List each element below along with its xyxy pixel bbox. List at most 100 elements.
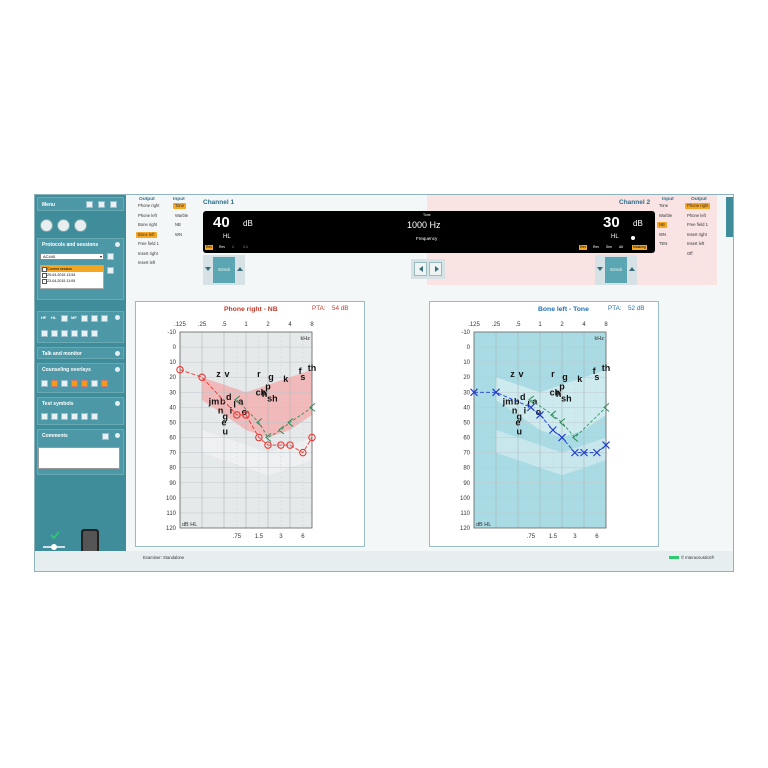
level-up-icon[interactable] — [237, 267, 243, 271]
ch2-tag[interactable]: Masking — [632, 245, 647, 250]
ch1-tag[interactable]: Rev — [205, 245, 214, 250]
frequency-nav — [411, 259, 445, 279]
right-audiogram-chart[interactable]: .125 .25 .5 1 2 4 8 kHz .75 1.5 3 6 -10 0 10 20 30 40 50 60… — [430, 302, 660, 548]
left-audiogram-chart[interactable]: .125 .25 .5 1 2 4 8 kHz .75 1.5 3 6 -10 0 10 20 30 40 50 60… — [136, 302, 366, 548]
ch2-output-option[interactable]: Insert right — [685, 232, 709, 238]
ch2-stimuli-button[interactable]: Stimuli — [605, 257, 627, 283]
ch2-output-option[interactable]: Insert left — [685, 241, 706, 247]
session-settings-icon[interactable] — [107, 267, 114, 274]
ch2-input-option[interactable]: WN — [657, 232, 668, 238]
ch2-output-option[interactable]: Off — [685, 251, 695, 257]
ch1-input-option[interactable]: WN — [173, 232, 184, 238]
tool-icon[interactable] — [61, 330, 68, 337]
hl-icon[interactable]: HL — [51, 315, 56, 320]
speech-test-icon[interactable] — [57, 219, 70, 232]
ch1-input-option[interactable]: Tone — [173, 203, 187, 209]
mf-icon[interactable]: MF — [71, 315, 77, 320]
overlay-icon[interactable] — [91, 380, 98, 387]
frequency-down-button[interactable] — [414, 262, 427, 276]
tool-icon[interactable] — [71, 330, 78, 337]
collapse-icon[interactable] — [115, 433, 120, 438]
tool-icon[interactable] — [61, 315, 68, 322]
overlay-icon[interactable] — [81, 380, 88, 387]
symbol-icon[interactable] — [91, 413, 98, 420]
ch1-stimuli-button[interactable]: Stimuli — [213, 257, 235, 283]
hf-icon[interactable]: HF — [41, 315, 46, 320]
ch1-tag[interactable]: ⎍ — [231, 245, 235, 250]
y-tick-label: 30 — [169, 390, 176, 396]
counseling-title: Counseling overlays — [42, 367, 91, 373]
ch2-output-option[interactable]: Free field 1 — [685, 222, 710, 228]
ch1-output-option[interactable]: Phone left — [136, 213, 159, 219]
ch2-output-option[interactable]: Phone left — [685, 213, 708, 219]
ch2-input-option[interactable]: NB — [657, 222, 667, 228]
symbol-icon[interactable] — [61, 413, 68, 420]
overlay-icon[interactable] — [51, 380, 58, 387]
frequency-up-button[interactable] — [429, 262, 442, 276]
side-tabs[interactable] — [726, 197, 733, 237]
overlay-icon[interactable] — [71, 380, 78, 387]
collapse-icon[interactable] — [115, 401, 120, 406]
print-icon[interactable] — [86, 201, 93, 208]
ch1-output-option[interactable]: Phone right — [136, 203, 161, 209]
speech-letter: s — [300, 372, 305, 382]
ch1-unit: dB — [243, 219, 253, 228]
multi-test-icon[interactable] — [74, 219, 87, 232]
ch2-tag[interactable]: Sim — [605, 245, 613, 250]
overlay-icon[interactable] — [101, 380, 108, 387]
ch2-input-option[interactable]: Warble — [657, 213, 674, 219]
collapse-icon[interactable] — [115, 351, 120, 356]
symbol-icon[interactable] — [41, 413, 48, 420]
tool-icon[interactable] — [101, 315, 108, 322]
level-down-icon[interactable] — [205, 267, 211, 271]
ch1-output-option[interactable]: Bone right — [136, 222, 159, 228]
ch1-input-option[interactable]: NB — [173, 222, 183, 228]
talk-monitor-section[interactable]: Talk and monitor — [37, 347, 124, 359]
tool-icon[interactable] — [51, 330, 58, 337]
collapse-icon[interactable] — [115, 315, 120, 320]
ch1-output-option[interactable]: Insert right — [136, 251, 160, 257]
tool-icon[interactable] — [81, 315, 88, 322]
status-bar: Examiner: Standalone © Interacoustics® — [35, 551, 733, 571]
ch1-output-option[interactable]: Bone left — [136, 231, 157, 238]
ch1-tag[interactable]: ⎍⎍ — [242, 245, 249, 250]
tool-icon[interactable] — [91, 315, 98, 322]
tool-icon[interactable] — [81, 330, 88, 337]
ch1-output-header: Output — [139, 197, 155, 202]
frequency-value: 1000 Hz — [407, 220, 441, 230]
ch1-input-option[interactable]: Warble — [173, 213, 190, 219]
ch2-output-option[interactable]: Phone right — [685, 203, 711, 209]
overlay-icon[interactable] — [61, 380, 68, 387]
protocol-select[interactable]: AC440 ▾ — [40, 253, 104, 260]
tool-icon[interactable] — [91, 330, 98, 337]
level-up-icon[interactable] — [629, 267, 635, 271]
ch2-level: 30 — [603, 214, 620, 231]
collapse-icon[interactable] — [115, 242, 120, 247]
collapse-icon[interactable] — [115, 367, 120, 372]
ch2-input-option[interactable]: Tone — [657, 203, 670, 209]
ch1-tag[interactable]: Rev — [218, 245, 226, 250]
symbol-icon[interactable] — [51, 413, 58, 420]
ch2-tag[interactable]: Rev — [592, 245, 600, 250]
session-item[interactable]: 23-04-2015 11:05 — [41, 278, 103, 284]
exit-icon[interactable] — [110, 201, 117, 208]
comments-field[interactable] — [38, 447, 120, 469]
speech-letter: z — [216, 369, 221, 379]
y-tick-label: 20 — [169, 375, 176, 381]
overlay-icon[interactable] — [41, 380, 48, 387]
level-down-icon[interactable] — [597, 267, 603, 271]
protocol-settings-icon[interactable] — [107, 253, 114, 260]
tone-test-icon[interactable] — [40, 219, 53, 232]
speech-letter: r — [551, 369, 555, 379]
ch2-input-option[interactable]: TEN — [657, 241, 669, 247]
symbol-icon[interactable] — [71, 413, 78, 420]
edit-comment-icon[interactable] — [102, 433, 109, 440]
symbol-icon[interactable] — [81, 413, 88, 420]
ch1-output-option[interactable]: Free field 1 — [136, 241, 161, 247]
ch1-output-option[interactable]: Insert left — [136, 260, 157, 266]
tool-icon[interactable] — [41, 330, 48, 337]
ch2-tag[interactable]: Rev — [579, 245, 588, 250]
save-icon[interactable] — [98, 201, 105, 208]
ch2-tag[interactable]: Alt — [618, 245, 624, 250]
y-tick-label: 90 — [169, 481, 176, 487]
